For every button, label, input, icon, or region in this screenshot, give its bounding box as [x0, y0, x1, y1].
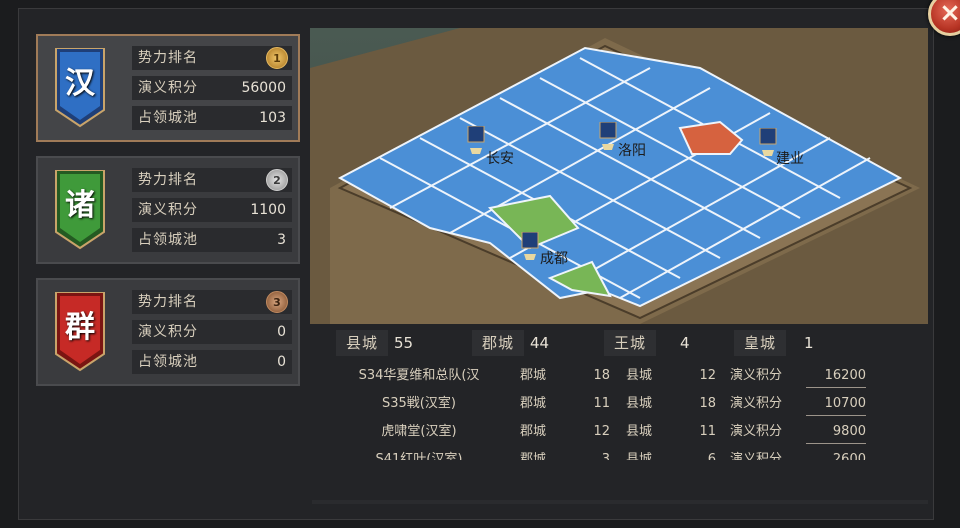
city-chengdu-label: 成都	[540, 251, 568, 267]
city-changan-flag-icon[interactable]	[466, 126, 486, 156]
score-value: 1100	[250, 202, 286, 218]
city-chengdu-flag-icon[interactable]	[520, 232, 540, 262]
cities-row: 占领城池 3	[132, 228, 292, 252]
list-item[interactable]: S35戦(汉室) 郡城 11 县城 18 演义积分 10700	[312, 390, 928, 418]
cities-label: 占领城池	[138, 232, 198, 248]
rank-medal-icon: 1	[266, 47, 288, 69]
cities-label: 占领城池	[138, 354, 198, 370]
score-value: 56000	[241, 80, 286, 96]
city-luoyang-label: 洛阳	[618, 143, 646, 159]
score-label: 演义积分	[138, 324, 198, 340]
list-item[interactable]: 虎啸堂(汉室) 郡城 12 县城 11 演义积分 9800	[312, 418, 928, 446]
banner-zhu-icon: 诸	[54, 169, 106, 250]
banner-han-icon: 汉	[54, 47, 106, 128]
cities-value: 3	[277, 232, 286, 248]
banner-qun-icon: 群	[54, 291, 106, 372]
list-item[interactable]: S41红叶(汉室) 郡城 3 县城 6 演义积分 2600	[312, 446, 928, 460]
list-item[interactable]: S34华夏维和总队(汉 郡城 18 县城 12 演义积分 16200	[312, 362, 928, 390]
cities-value: 103	[259, 110, 286, 126]
faction-card-zhu[interactable]: 诸 势力排名 2 演义积分 1100 占领城池 3	[36, 156, 300, 264]
rank-label: 势力排名	[138, 50, 198, 66]
rank-label: 势力排名	[138, 294, 198, 310]
cities-value: 0	[277, 354, 286, 370]
banner-zhu-char: 诸	[65, 188, 95, 223]
score-label: 演义积分	[138, 80, 198, 96]
rank-row: 势力排名 2	[132, 168, 292, 192]
map-canvas	[310, 28, 928, 324]
territory-map[interactable]: 长安 洛阳 建业 成都	[310, 28, 928, 324]
cities-label: 占领城池	[138, 110, 198, 126]
banner-qun-char: 群	[65, 310, 95, 345]
faction-card-qun[interactable]: 群 势力排名 3 演义积分 0 占领城池 0	[36, 278, 300, 386]
summary-county: 县城 55	[336, 330, 413, 356]
rank-medal-icon: 2	[266, 169, 288, 191]
rank-row: 势力排名 3	[132, 290, 292, 314]
score-row: 演义积分 1100	[132, 198, 292, 222]
score-row: 演义积分 0	[132, 320, 292, 344]
rank-label: 势力排名	[138, 172, 198, 188]
score-label: 演义积分	[138, 202, 198, 218]
city-changan-label: 长安	[486, 151, 514, 167]
score-value: 0	[277, 324, 286, 340]
rank-medal-icon: 3	[266, 291, 288, 313]
city-luoyang-flag-icon[interactable]	[598, 122, 618, 152]
banner-han-char: 汉	[65, 66, 95, 101]
score-row: 演义积分 56000	[132, 76, 292, 100]
list-scroll-track	[312, 500, 928, 504]
summary-prefecture: 郡城 44	[472, 330, 549, 356]
summary-royal: 王城 4	[604, 330, 690, 356]
cities-row: 占领城池 0	[132, 350, 292, 374]
cities-row: 占领城池 103	[132, 106, 292, 130]
alliance-list[interactable]: S34华夏维和总队(汉 郡城 18 县城 12 演义积分 16200 S35戦(…	[312, 356, 928, 460]
city-type-summary: 县城 55 郡城 44 王城 4 皇城 1	[336, 330, 876, 356]
faction-card-han[interactable]: 汉 势力排名 1 演义积分 56000 占领城池 103	[36, 34, 300, 142]
city-jianye-flag-icon[interactable]	[758, 128, 778, 158]
city-jianye-label: 建业	[776, 151, 804, 167]
summary-imperial: 皇城 1	[734, 330, 814, 356]
rank-row: 势力排名 1	[132, 46, 292, 70]
close-icon: ×	[939, 0, 960, 28]
